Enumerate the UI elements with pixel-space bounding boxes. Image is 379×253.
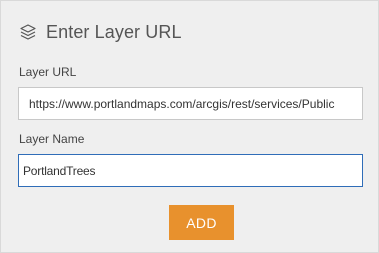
add-layer-panel: Enter Layer URL Layer URL Layer Name ADD xyxy=(0,0,379,253)
layer-name-input[interactable] xyxy=(18,154,363,187)
layer-url-input[interactable] xyxy=(18,87,363,120)
panel-title: Enter Layer URL xyxy=(46,21,182,42)
add-button[interactable]: ADD xyxy=(169,205,234,240)
layer-url-label: Layer URL xyxy=(19,65,77,79)
layers-icon xyxy=(19,23,37,41)
layer-name-label: Layer Name xyxy=(19,132,85,146)
panel-header: Enter Layer URL xyxy=(19,18,182,46)
